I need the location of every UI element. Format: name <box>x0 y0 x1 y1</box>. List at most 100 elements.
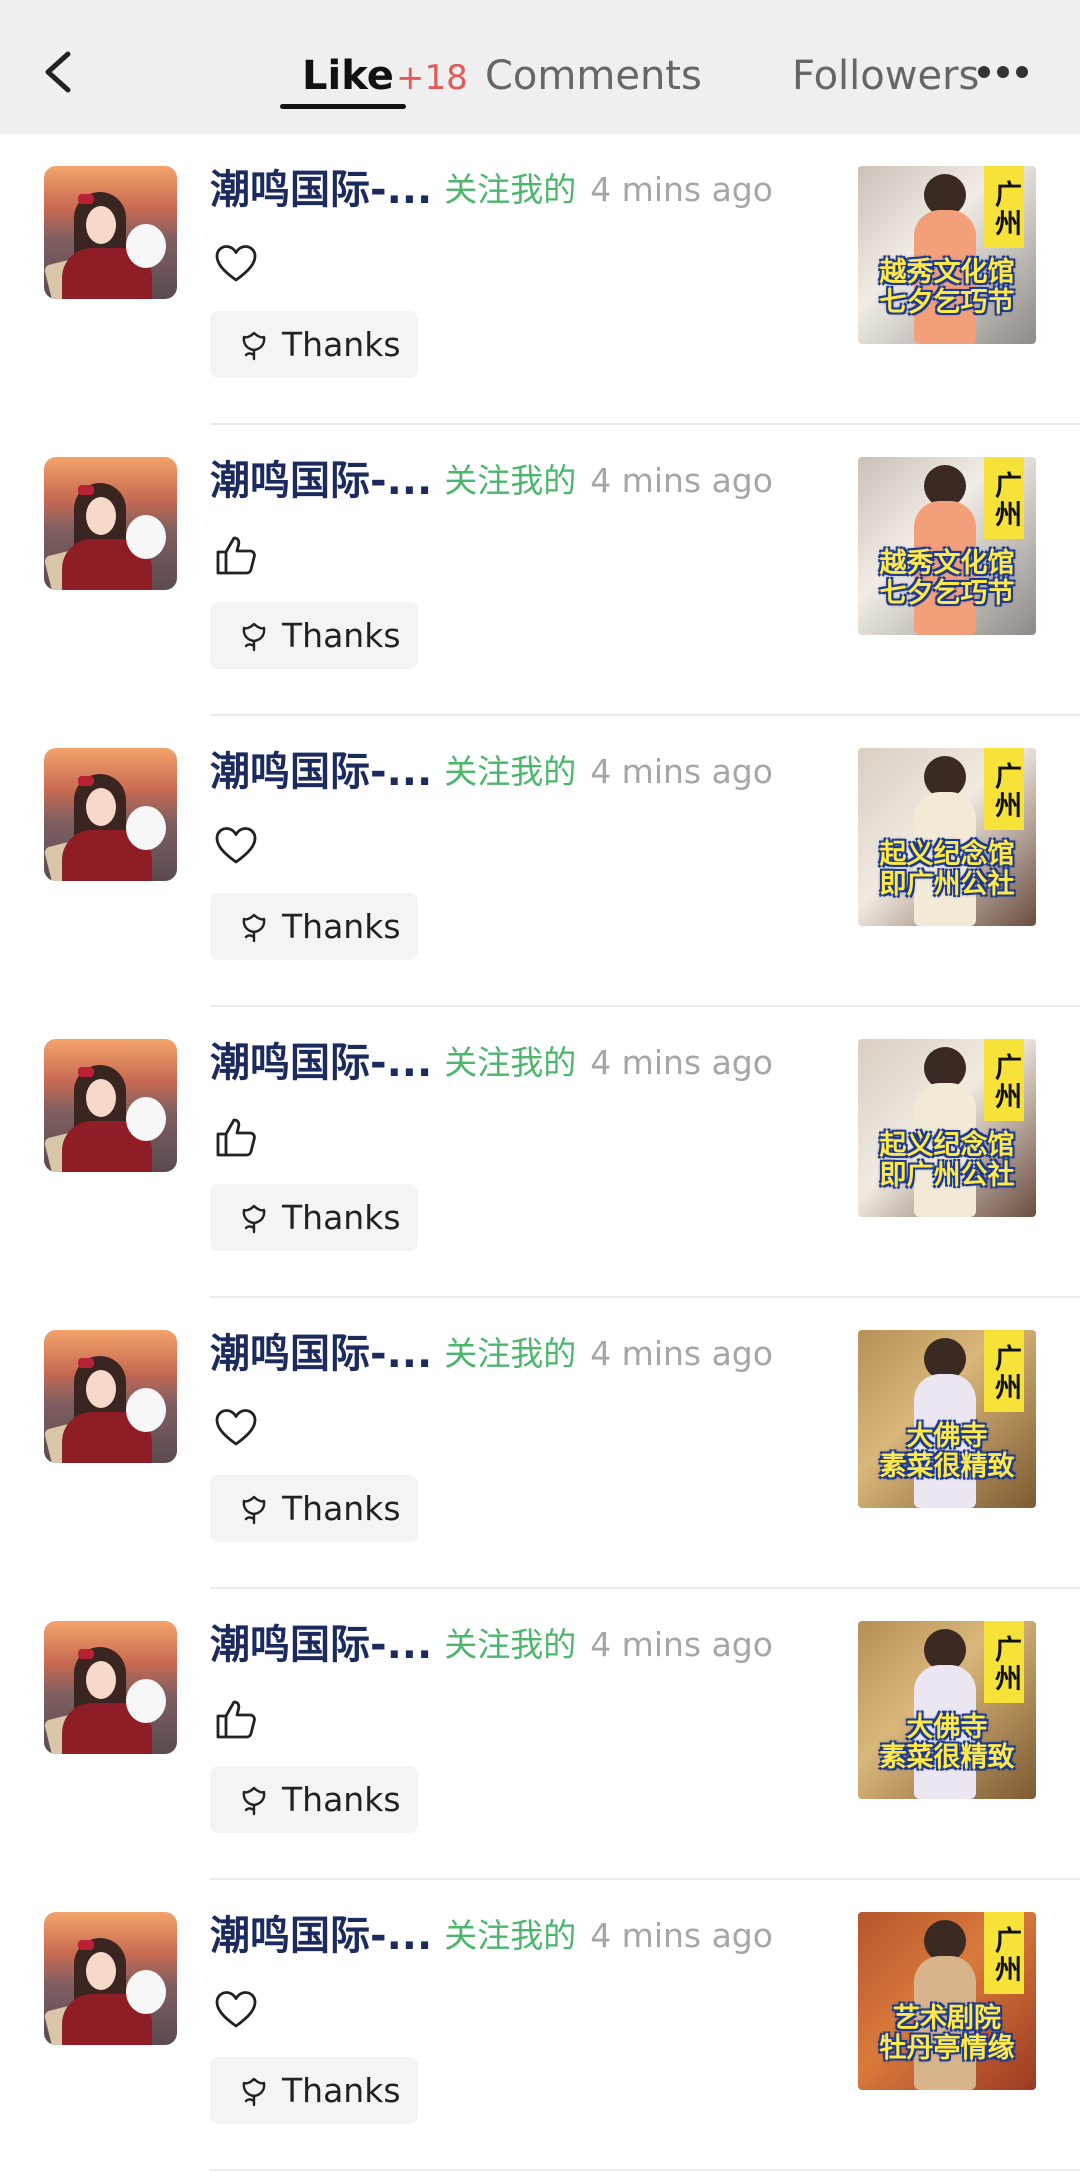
avatar-face <box>86 1952 116 1990</box>
thumbnail-caption: 越秀文化馆 七夕乞巧节 <box>858 258 1036 318</box>
list-item: 潮鸣国际-... 关注我的 4 mins ago Thanks 广州 大佛寺 素菜很精致 <box>0 1589 1080 1880</box>
flower-icon <box>238 1784 270 1816</box>
avatar[interactable] <box>44 1039 177 1172</box>
avatar-bow <box>78 1940 94 1950</box>
thanks-label: Thanks <box>282 1489 401 1528</box>
thumbnail-caption-line: 越秀文化馆 <box>879 548 1015 579</box>
tab-like[interactable]: Like <box>302 50 394 102</box>
thumbnail-caption: 大佛寺 素菜很精致 <box>858 1713 1036 1773</box>
thumbnail-caption-line: 素菜很精致 <box>879 1742 1015 1773</box>
thumbnail-location-tag: 广州 <box>984 748 1024 830</box>
video-thumbnail[interactable]: 广州 艺术剧院 牡丹亭情缘 <box>858 1912 1036 2090</box>
timestamp: 4 mins ago <box>590 1043 773 1082</box>
avatar-face <box>86 1079 116 1117</box>
like-count-badge: +18 <box>396 58 468 98</box>
flower-icon <box>238 620 270 652</box>
thumbnail-location-tag: 广州 <box>984 1039 1024 1121</box>
username[interactable]: 潮鸣国际-... <box>210 1326 432 1382</box>
avatar-bow <box>78 1067 94 1077</box>
avatar-dog <box>126 806 166 850</box>
list-item: 潮鸣国际-... 关注我的 4 mins ago Thanks 广州 艺术剧院 牡丹亭情缘 <box>0 1880 1080 2171</box>
timestamp: 4 mins ago <box>590 461 773 500</box>
timestamp: 4 mins ago <box>590 1916 773 1955</box>
thanks-label: Thanks <box>282 1780 401 1819</box>
thumbnail-caption: 艺术剧院 牡丹亭情缘 <box>858 2004 1036 2064</box>
thanks-button[interactable]: Thanks <box>210 311 418 378</box>
thumbnail-caption: 起义纪念馆 即广州公社 <box>858 840 1036 900</box>
avatar[interactable] <box>44 1621 177 1754</box>
thumbnail-caption-line: 素菜很精致 <box>879 1451 1015 1482</box>
username[interactable]: 潮鸣国际-... <box>210 1035 432 1091</box>
thanks-button[interactable]: Thanks <box>210 1184 418 1251</box>
avatar-dog <box>126 1097 166 1141</box>
follow-tag: 关注我的 <box>444 1625 577 1664</box>
thanks-label: Thanks <box>282 907 401 946</box>
notification-header: 潮鸣国际-... 关注我的 4 mins ago <box>210 744 773 800</box>
timestamp: 4 mins ago <box>590 1625 773 1664</box>
video-thumbnail[interactable]: 广州越秀文化馆 七夕乞巧节 <box>858 457 1036 635</box>
thumbnail-caption-line: 大佛寺 <box>906 1712 988 1743</box>
thanks-button[interactable]: Thanks <box>210 2057 418 2124</box>
avatar-face <box>86 206 116 244</box>
follow-tag: 关注我的 <box>444 752 577 791</box>
video-thumbnail[interactable]: 广州 越秀文化馆 七夕乞巧节 <box>858 166 1036 344</box>
avatar[interactable] <box>44 457 177 590</box>
active-tab-indicator <box>280 104 406 109</box>
notification-header: 潮鸣国际-... 关注我的 4 mins ago <box>210 1908 773 1964</box>
back-button[interactable] <box>36 40 84 104</box>
notification-header: 潮鸣国际-... 关注我的 4 mins ago <box>210 162 773 218</box>
thanks-button[interactable]: Thanks <box>210 893 418 960</box>
thumbnail-caption-line: 大佛寺 <box>906 1421 988 1452</box>
thanks-label: Thanks <box>282 325 401 364</box>
timestamp: 4 mins ago <box>590 170 773 209</box>
heart-icon <box>214 1988 258 2032</box>
username[interactable]: 潮鸣国际-... <box>210 162 432 218</box>
more-options-button[interactable] <box>978 62 1028 84</box>
video-thumbnail[interactable]: 广州起义纪念馆 即广州公社 <box>858 1039 1036 1217</box>
list-item: 潮鸣国际-... 关注我的 4 mins ago Thanks 广州越秀文化馆 七夕乞巧节 <box>0 425 1080 716</box>
list-item: 潮鸣国际-... 关注我的 4 mins ago Thanks 广州 大佛寺 素菜很精致 <box>0 1298 1080 1589</box>
thanks-button[interactable]: Thanks <box>210 1475 418 1542</box>
notification-list: 潮鸣国际-... 关注我的 4 mins ago Thanks 广州 越秀文化馆 七夕乞巧节… <box>0 134 1080 2171</box>
avatar-face <box>86 497 116 535</box>
more-dots-icon <box>978 66 990 78</box>
flower-icon <box>238 329 270 361</box>
avatar-dog <box>126 1679 166 1723</box>
video-thumbnail[interactable]: 广州 大佛寺 素菜很精致 <box>858 1621 1036 1799</box>
flower-icon <box>238 2075 270 2107</box>
avatar-bow <box>78 1649 94 1659</box>
thumbnail-caption-line: 即广州公社 <box>879 1160 1015 1191</box>
avatar[interactable] <box>44 166 177 299</box>
avatar-bow <box>78 1358 94 1368</box>
avatar[interactable] <box>44 1330 177 1463</box>
timestamp: 4 mins ago <box>590 1334 773 1373</box>
username[interactable]: 潮鸣国际-... <box>210 1617 432 1673</box>
avatar-face <box>86 1370 116 1408</box>
username[interactable]: 潮鸣国际-... <box>210 744 432 800</box>
avatar-dog <box>126 1970 166 2014</box>
timestamp: 4 mins ago <box>590 752 773 791</box>
thumbnail-caption: 起义纪念馆 即广州公社 <box>858 1131 1036 1191</box>
tab-comments[interactable]: Comments <box>485 50 702 102</box>
thumbnail-caption-line: 七夕乞巧节 <box>879 578 1015 609</box>
video-thumbnail[interactable]: 广州大佛寺 素菜很精致 <box>858 1330 1036 1508</box>
thumbnail-caption-line: 七夕乞巧节 <box>879 287 1015 318</box>
thumbnail-caption-line: 即广州公社 <box>879 869 1015 900</box>
avatar-face <box>86 1661 116 1699</box>
username[interactable]: 潮鸣国际-... <box>210 453 432 509</box>
avatar[interactable] <box>44 748 177 881</box>
thanks-button[interactable]: Thanks <box>210 1766 418 1833</box>
thanks-button[interactable]: Thanks <box>210 602 418 669</box>
thumbs-up-icon <box>214 1697 258 1741</box>
avatar-dog <box>126 515 166 559</box>
flower-icon <box>238 1202 270 1234</box>
thumbs-up-icon <box>214 1115 258 1159</box>
video-thumbnail[interactable]: 广州起义纪念馆 即广州公社 <box>858 748 1036 926</box>
avatar[interactable] <box>44 1912 177 2045</box>
follow-tag: 关注我的 <box>444 461 577 500</box>
thumbnail-location-tag: 广州 <box>984 1330 1024 1412</box>
username[interactable]: 潮鸣国际-... <box>210 1908 432 1964</box>
thumbnail-location-tag: 广州 <box>984 457 1024 539</box>
tab-followers[interactable]: Followers <box>792 50 979 102</box>
heart-icon <box>214 1406 258 1450</box>
